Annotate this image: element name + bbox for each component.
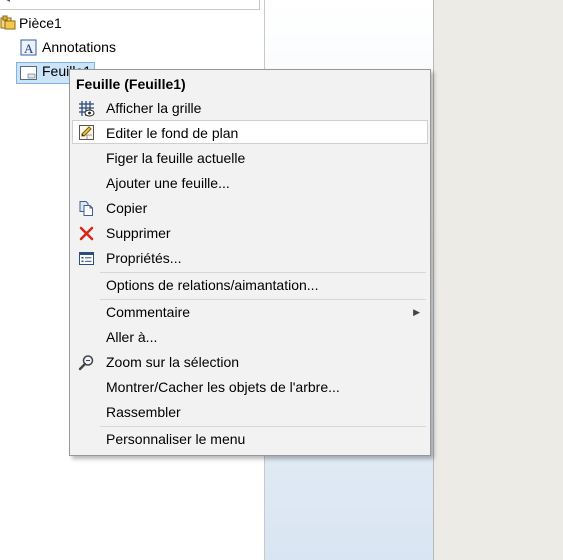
- menu-item-collapse[interactable]: Rassembler: [72, 400, 428, 424]
- grid-icon: [78, 100, 95, 117]
- menu-item-go-to[interactable]: Aller à...: [72, 325, 428, 349]
- menu-item-edit-sheet-format[interactable]: Editer le fond de plan: [72, 120, 428, 144]
- menu-item-copy[interactable]: Copier: [72, 196, 428, 220]
- menu-item-relations-snaps[interactable]: Options de relations/aimantation...: [72, 273, 428, 297]
- menu-item-lock-sheet[interactable]: Figer la feuille actuelle: [72, 146, 428, 170]
- menu-item-customize-menu[interactable]: Personnaliser le menu: [72, 427, 428, 451]
- context-menu: Feuille (Feuille1) Afficher la grille Ed…: [69, 69, 431, 456]
- menu-item-add-sheet[interactable]: Ajouter une feuille...: [72, 171, 428, 195]
- menu-item-show-hide-tree-items[interactable]: Montrer/Cacher les objets de l'arbre...: [72, 375, 428, 399]
- tree-filter-box[interactable]: ◂: [0, 0, 260, 10]
- tree-item-part[interactable]: Pièce1: [0, 13, 200, 33]
- tree-item-annotations-label: Annotations: [42, 39, 116, 55]
- properties-icon: [78, 250, 95, 267]
- part-icon: [0, 15, 16, 36]
- menu-item-zoom-selection[interactable]: Zoom sur la sélection: [72, 350, 428, 374]
- tree-item-part-label: Pièce1: [19, 15, 62, 31]
- copy-icon: [78, 200, 95, 217]
- menu-item-delete[interactable]: Supprimer: [72, 221, 428, 245]
- task-pane-strip: [434, 0, 563, 560]
- edit-sheet-format-icon: [78, 124, 95, 141]
- menu-item-properties[interactable]: Propriétés...: [72, 246, 428, 270]
- delete-x-icon: [78, 225, 95, 242]
- menu-item-show-grid[interactable]: Afficher la grille: [72, 96, 428, 120]
- annotations-icon: A: [20, 39, 37, 61]
- context-menu-title: Feuille (Feuille1): [76, 76, 186, 92]
- submenu-arrow-icon: ▶: [413, 307, 420, 317]
- tree-item-annotations[interactable]: A Annotations: [20, 37, 200, 57]
- svg-text:A: A: [24, 41, 34, 56]
- menu-item-comment[interactable]: Commentaire ▶: [72, 300, 428, 324]
- sheet-icon: [20, 65, 37, 85]
- scroll-arrow-icon[interactable]: ◂: [5, 0, 10, 5]
- zoom-magnifier-icon: [78, 354, 95, 371]
